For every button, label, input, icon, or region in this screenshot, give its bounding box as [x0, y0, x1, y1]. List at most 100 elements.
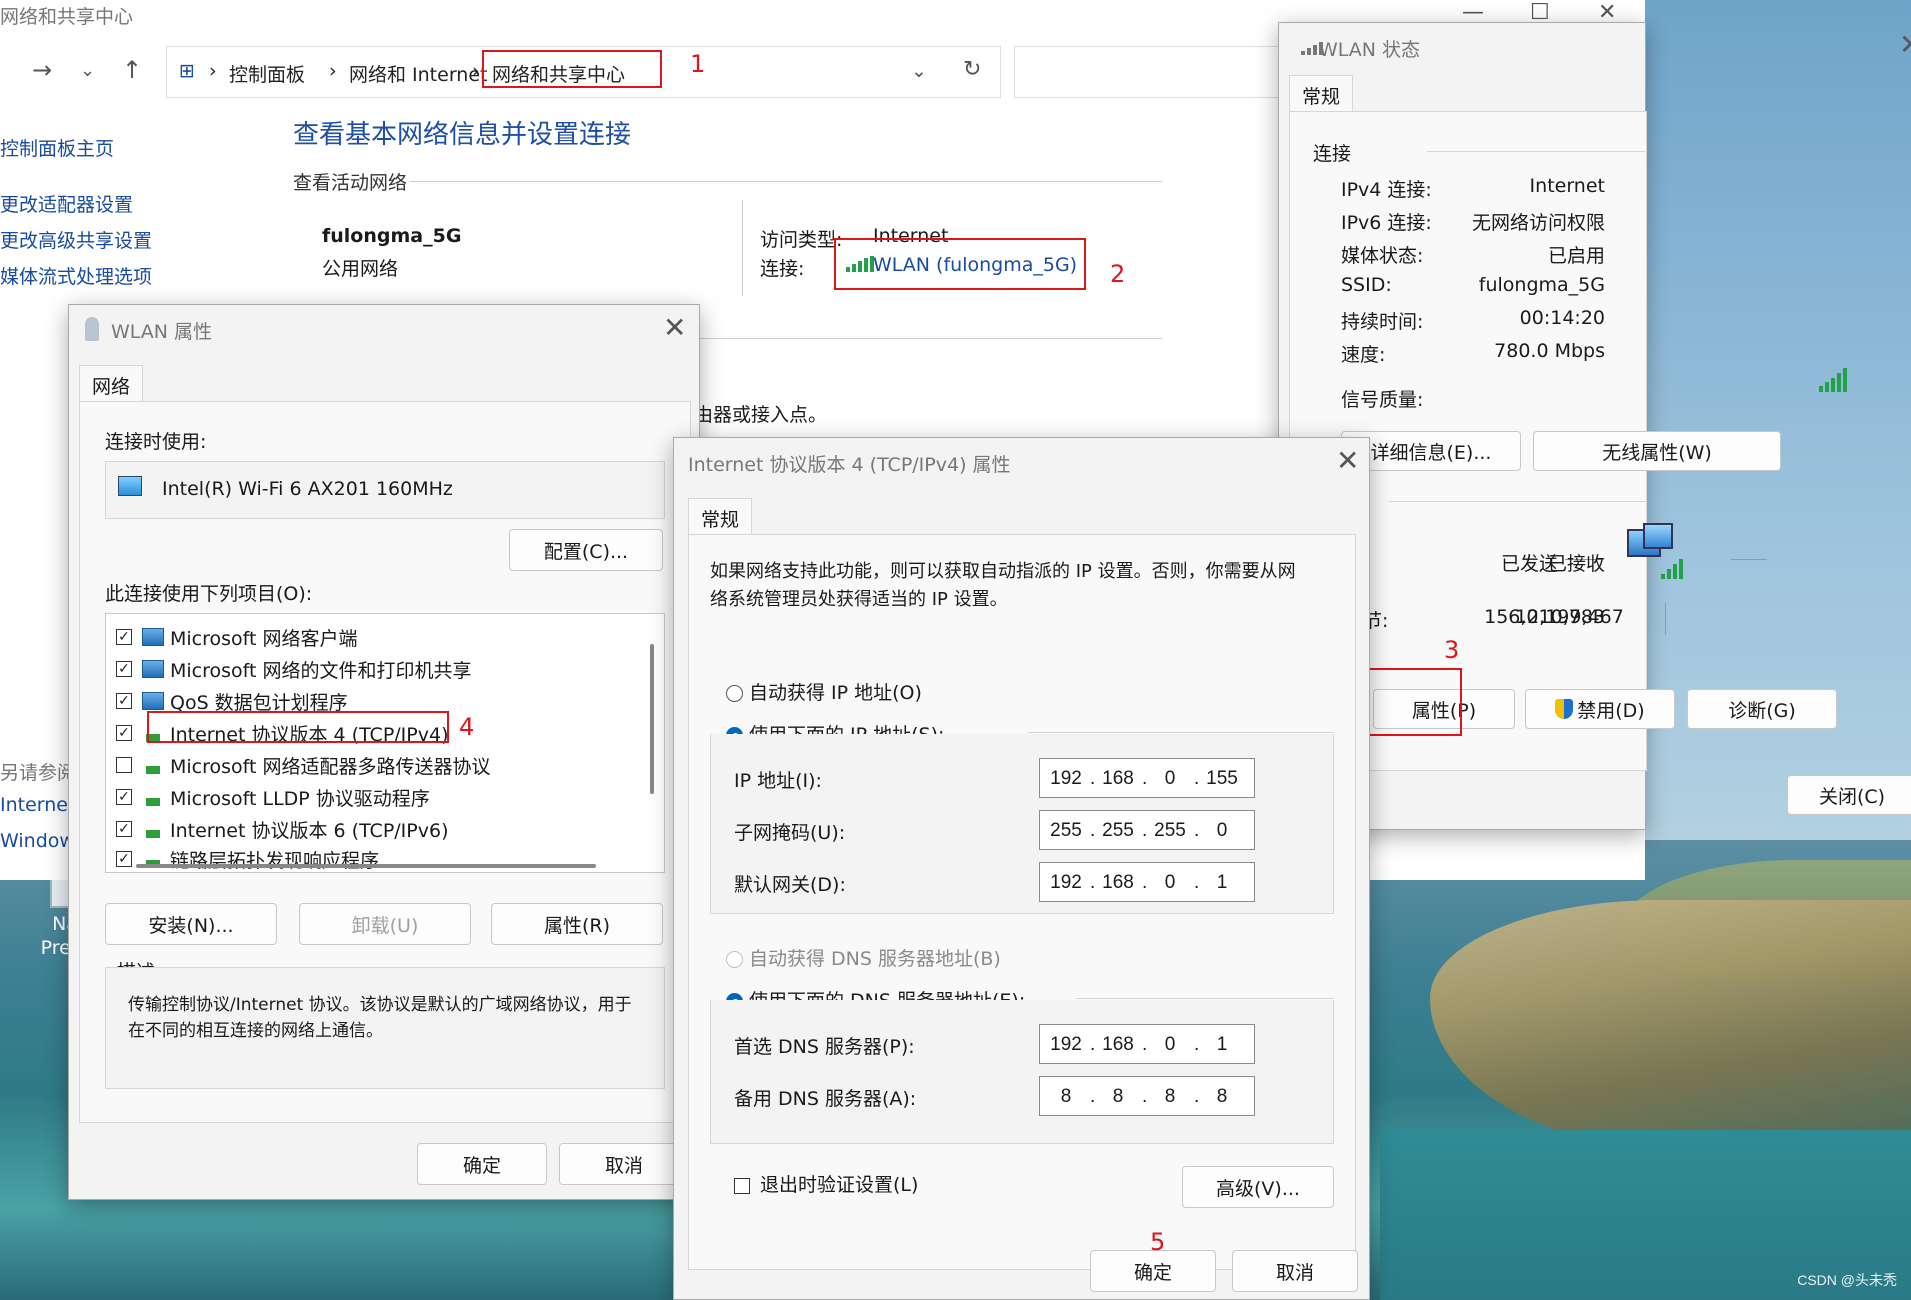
disable-button[interactable]: 禁用(D)	[1525, 689, 1675, 729]
checkbox[interactable]: ✓	[116, 629, 132, 645]
diagnose-button[interactable]: 诊断(G)	[1687, 689, 1837, 729]
annotation-number-2: 2	[1110, 260, 1126, 288]
tab-general[interactable]: 常规	[688, 498, 753, 538]
list-item[interactable]: Microsoft 网络适配器多路传送器协议	[116, 750, 491, 780]
ok-button[interactable]: 确定	[417, 1143, 547, 1185]
checkbox[interactable]: ✓	[116, 725, 132, 741]
gateway-field[interactable]: 192. 168. 0. 1	[1039, 862, 1255, 902]
list-item[interactable]: ✓ 链路层拓扑发现响应程序	[116, 844, 379, 872]
cancel-button[interactable]: 取消	[559, 1143, 689, 1185]
network-adapter-icon	[118, 476, 142, 496]
list-item[interactable]: ✓ Microsoft 网络客户端	[116, 622, 358, 652]
octet: 255	[1154, 820, 1186, 841]
advanced-button[interactable]: 高级(V)...	[1182, 1166, 1334, 1208]
validate-label: 退出时验证设置(L)	[760, 1174, 919, 1196]
refresh-icon[interactable]: ↻	[963, 57, 981, 82]
item-label: Microsoft LLDP 协议驱动程序	[170, 787, 430, 810]
speed-value: 780.0 Mbps	[1494, 340, 1605, 362]
list-item[interactable]: ✓ Microsoft LLDP 协议驱动程序	[116, 782, 430, 812]
up-arrow-icon[interactable]: ↑	[122, 56, 142, 84]
adapter-box: Intel(R) Wi-Fi 6 AX201 160MHz	[105, 461, 665, 519]
configure-button[interactable]: 配置(C)...	[509, 529, 663, 571]
breadcrumb-control-panel[interactable]: 控制面板	[229, 60, 305, 87]
address-dropdown-icon[interactable]: ⌄	[911, 60, 927, 82]
media-state-label: 媒体状态:	[1341, 245, 1424, 267]
properties-button[interactable]: 属性(R)	[491, 903, 663, 945]
uninstall-button[interactable]: 卸载(U)	[299, 903, 471, 945]
network-type: 公用网络	[322, 258, 399, 280]
items-label: 此连接使用下列项目(O):	[105, 583, 313, 605]
see-also-windows[interactable]: Window	[0, 830, 75, 852]
checkbox[interactable]: ✓	[116, 789, 132, 805]
install-button[interactable]: 安装(N)...	[105, 903, 277, 945]
list-item[interactable]: ✓ Microsoft 网络的文件和打印机共享	[116, 654, 472, 684]
checkbox[interactable]: ✓	[116, 693, 132, 709]
list-item[interactable]: ✓ Internet 协议版本 6 (TCP/IPv6)	[116, 814, 449, 844]
dialog-title: WLAN 属性	[111, 321, 213, 343]
access-type-label: 访问类型:	[760, 229, 843, 251]
checkbox[interactable]: ✓	[116, 661, 132, 677]
ssid-value: fulongma_5G	[1478, 274, 1605, 296]
close-icon[interactable]: ✕	[663, 311, 686, 344]
wireless-properties-button[interactable]: 无线属性(W)	[1533, 431, 1781, 471]
close-button[interactable]: 关闭(C)	[1787, 775, 1911, 815]
close-icon[interactable]: ✕	[1336, 444, 1359, 477]
received-label: 已接收	[1547, 553, 1605, 575]
sidebar-link-home[interactable]: 控制面板主页	[0, 134, 114, 161]
adapter-icon	[85, 317, 99, 341]
ipv4-connection-value: Internet	[1529, 175, 1605, 197]
page-title: 查看基本网络信息并设置连接	[293, 120, 632, 150]
checkbox[interactable]	[116, 757, 132, 773]
intro-text: 如果网络支持此功能，则可以获取自动指派的 IP 设置。否则，你需要从网络系统管理…	[710, 561, 1296, 610]
auto-dns-radio[interactable]: 自动获得 DNS 服务器地址(B)	[726, 944, 1001, 971]
preferred-dns-field[interactable]: 192. 168. 0. 1	[1039, 1024, 1255, 1064]
octet: 255	[1102, 820, 1134, 841]
received-bytes-value: 156,010,783	[1484, 606, 1605, 628]
horizontal-scrollbar[interactable]	[136, 864, 596, 868]
auto-dns-label: 自动获得 DNS 服务器地址(B)	[749, 948, 1001, 970]
validate-checkbox[interactable]: 退出时验证设置(L)	[734, 1170, 918, 1197]
ok-button[interactable]: 确定	[1090, 1250, 1216, 1292]
divider	[1028, 732, 1334, 733]
sidebar-link-sharing[interactable]: 更改高级共享设置	[0, 226, 152, 253]
sidebar-link-streaming[interactable]: 媒体流式处理选项	[0, 262, 152, 289]
auto-ip-radio[interactable]: 自动获得 IP 地址(O)	[726, 678, 922, 705]
octet: 8	[1060, 1086, 1072, 1107]
tab-general[interactable]: 常规	[1289, 75, 1354, 115]
connect-using-label: 连接时使用:	[105, 431, 207, 453]
see-also-label: 另请参阅	[0, 762, 77, 784]
vertical-scrollbar[interactable]	[650, 644, 654, 794]
see-also-internet[interactable]: Internet	[0, 794, 75, 816]
item-label: Internet 协议版本 6 (TCP/IPv6)	[170, 819, 449, 842]
ok-button-label: 确定	[1133, 1261, 1172, 1284]
close-icon[interactable]: ✕	[1899, 28, 1911, 61]
forward-arrow-icon[interactable]: →	[32, 56, 52, 84]
octet: 0	[1164, 1034, 1176, 1055]
octet: 8	[1112, 1086, 1124, 1107]
ssid-label: SSID:	[1341, 274, 1392, 296]
subnet-mask-field[interactable]: 255. 255. 255. 0	[1039, 810, 1255, 850]
sidebar-link-adapter[interactable]: 更改适配器设置	[0, 190, 133, 217]
advanced-button-label: 高级(V)...	[1216, 1177, 1300, 1200]
service-icon	[142, 660, 164, 678]
partial-description-text: 由器或接入点。	[694, 404, 828, 426]
tab-network[interactable]: 网络	[79, 365, 144, 405]
connection-section-label: 连接	[1313, 143, 1352, 165]
history-dropdown-icon[interactable]: ⌄	[80, 60, 95, 81]
divider	[1665, 603, 1666, 635]
breadcrumb-separator-icon: ›	[329, 60, 337, 82]
search-input[interactable]	[1014, 46, 1284, 98]
octet: 0	[1216, 820, 1228, 841]
breadcrumb-network-internet[interactable]: 网络和 Internet	[349, 60, 487, 87]
connection-label: 连接:	[760, 258, 805, 280]
checkbox[interactable]: ✓	[116, 851, 132, 867]
cancel-button-label: 取消	[1275, 1261, 1314, 1284]
annotation-box-4	[147, 711, 449, 743]
alternate-dns-field[interactable]: 8. 8. 8. 8	[1039, 1076, 1255, 1116]
components-list[interactable]: ✓ Microsoft 网络客户端 ✓ Microsoft 网络的文件和打印机共享 …	[105, 613, 665, 873]
cancel-button[interactable]: 取消	[1232, 1250, 1358, 1292]
octet: 1	[1216, 1034, 1228, 1055]
protocol-icon	[142, 756, 164, 774]
checkbox[interactable]: ✓	[116, 821, 132, 837]
ip-address-field[interactable]: 192. 168. 0. 155	[1039, 758, 1255, 798]
